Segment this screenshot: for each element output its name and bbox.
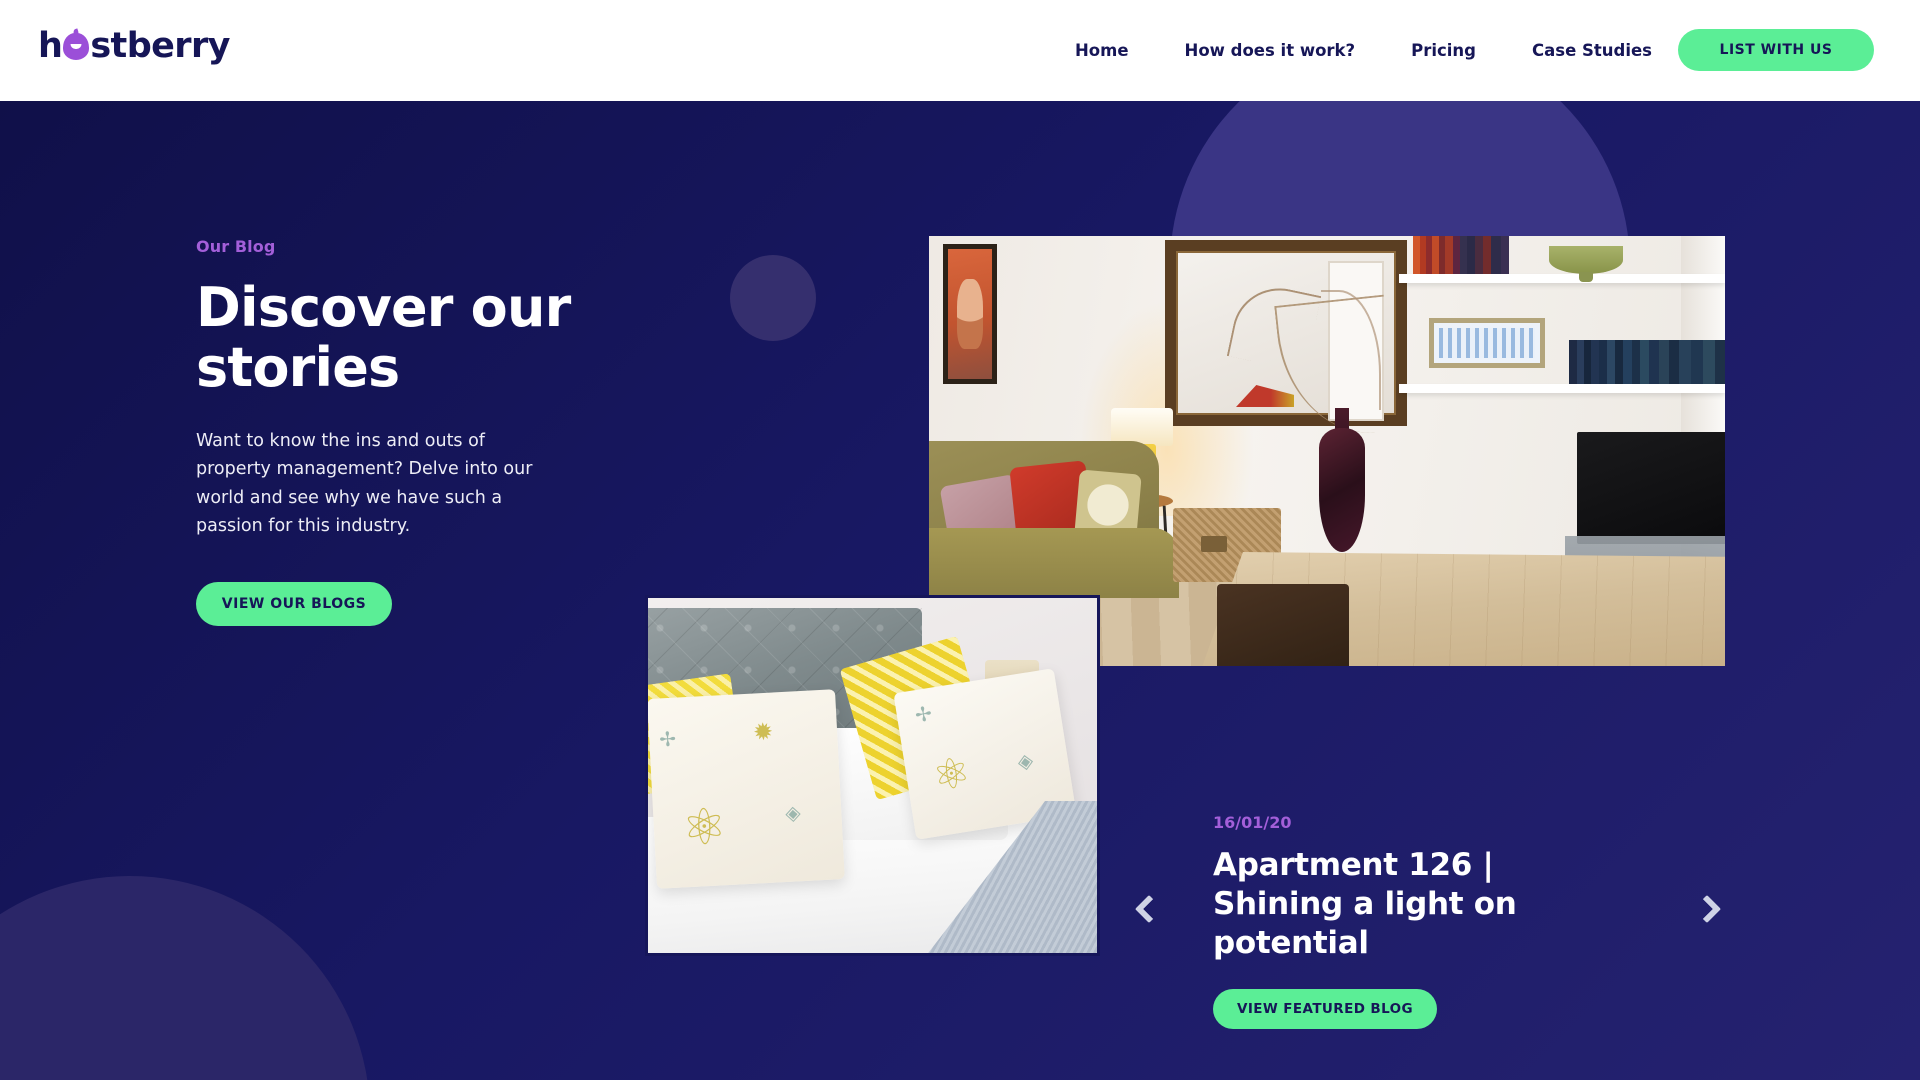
- reflected-object: [1236, 385, 1294, 407]
- carousel-prev-button[interactable]: [1127, 887, 1171, 931]
- hero-section: Our Blog Discover our stories Want to kn…: [0, 101, 1920, 1080]
- page-title: Discover our stories: [196, 276, 571, 400]
- dark-vase: [1319, 428, 1365, 552]
- sofa-seat: [929, 528, 1179, 598]
- featured-blog-card: 16/01/20 Apartment 126 | Shining a light…: [1213, 813, 1733, 1030]
- berry-icon: [63, 33, 90, 60]
- dining-chair: [1217, 584, 1349, 666]
- main-navigation: Home How does it work? Pricing Case Stud…: [1047, 0, 1680, 101]
- section-eyebrow: Our Blog: [196, 237, 276, 256]
- decorative-circle-middle: [730, 255, 816, 341]
- shelf-lower: [1399, 384, 1725, 393]
- featured-blog-title: Apartment 126 | Shining a light on poten…: [1213, 847, 1517, 962]
- hero-text-column: Our Blog Discover our stories Want to kn…: [196, 237, 596, 627]
- wall-art: [943, 244, 997, 384]
- dragonfly-motif: ✢: [658, 728, 677, 752]
- beetle-motif-2: ◈: [1016, 749, 1035, 774]
- carousel-next-button[interactable]: [1685, 887, 1729, 931]
- butterfly-motif-2: ⚛: [929, 747, 974, 801]
- beetle-motif: ◈: [784, 802, 802, 825]
- bee-motif: ✹: [752, 718, 774, 747]
- nav-item-pricing[interactable]: Pricing: [1383, 41, 1504, 60]
- nav-item-case-studies[interactable]: Case Studies: [1504, 41, 1680, 60]
- brand-logo[interactable]: h stberry: [38, 26, 230, 66]
- brand-name-prefix: h: [38, 26, 63, 66]
- butterfly-cushion-left: ✢ ✹ ⚛ ◈: [648, 689, 845, 889]
- chevron-right-icon: [1692, 894, 1722, 924]
- featured-blog-date: 16/01/20: [1213, 813, 1292, 832]
- chevron-left-icon: [1134, 894, 1164, 924]
- books-lower: [1569, 340, 1725, 384]
- brand-name-suffix: stberry: [90, 26, 230, 66]
- hero-paragraph: Want to know the ins and outs of propert…: [196, 430, 533, 536]
- featured-image-bedroom[interactable]: ✢ ✹ ⚛ ◈ ✢ ⚛ ◈: [645, 595, 1100, 956]
- butterfly-motif: ⚛: [680, 798, 729, 857]
- green-bowl: [1549, 246, 1623, 282]
- nav-item-home[interactable]: Home: [1047, 41, 1157, 60]
- television: [1577, 432, 1725, 544]
- list-with-us-button[interactable]: LIST WITH US: [1678, 29, 1874, 71]
- dragonfly-motif-2: ✢: [913, 702, 934, 728]
- nav-item-how-it-works[interactable]: How does it work?: [1157, 41, 1384, 60]
- framed-picture: [1429, 318, 1545, 368]
- decorative-circle-bottom-left: [0, 876, 370, 1080]
- site-header: h stberry Home How does it work? Pricing…: [0, 0, 1920, 101]
- view-featured-blog-button[interactable]: VIEW FEATURED BLOG: [1213, 989, 1437, 1030]
- view-our-blogs-button[interactable]: VIEW OUR BLOGS: [196, 582, 392, 627]
- shelf-upper: [1399, 274, 1725, 283]
- books-upper: [1413, 236, 1509, 274]
